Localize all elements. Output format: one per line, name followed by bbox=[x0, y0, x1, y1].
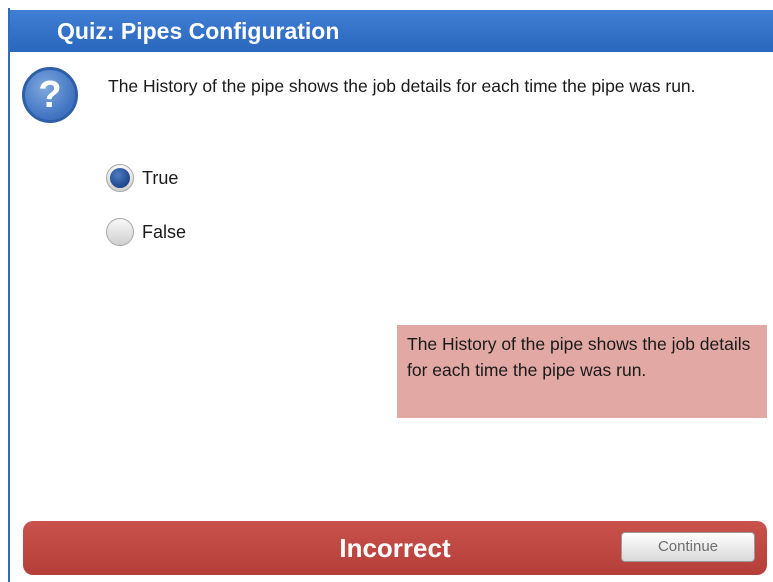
option-true-label: True bbox=[142, 167, 179, 188]
option-true[interactable]: True bbox=[106, 162, 178, 194]
question-mark-icon: ? bbox=[22, 67, 78, 123]
result-bar: Incorrect Continue bbox=[23, 521, 767, 575]
option-false[interactable]: False bbox=[106, 216, 186, 248]
quiz-title: Quiz: Pipes Configuration bbox=[10, 10, 773, 52]
option-false-label: False bbox=[142, 221, 187, 242]
question-text: The History of the pipe shows the job de… bbox=[108, 76, 696, 96]
radio-false[interactable] bbox=[106, 218, 134, 246]
feedback-box: The History of the pipe shows the job de… bbox=[397, 325, 767, 418]
continue-button[interactable]: Continue bbox=[621, 532, 755, 562]
radio-selected-dot bbox=[110, 168, 130, 188]
radio-true[interactable] bbox=[106, 164, 134, 192]
